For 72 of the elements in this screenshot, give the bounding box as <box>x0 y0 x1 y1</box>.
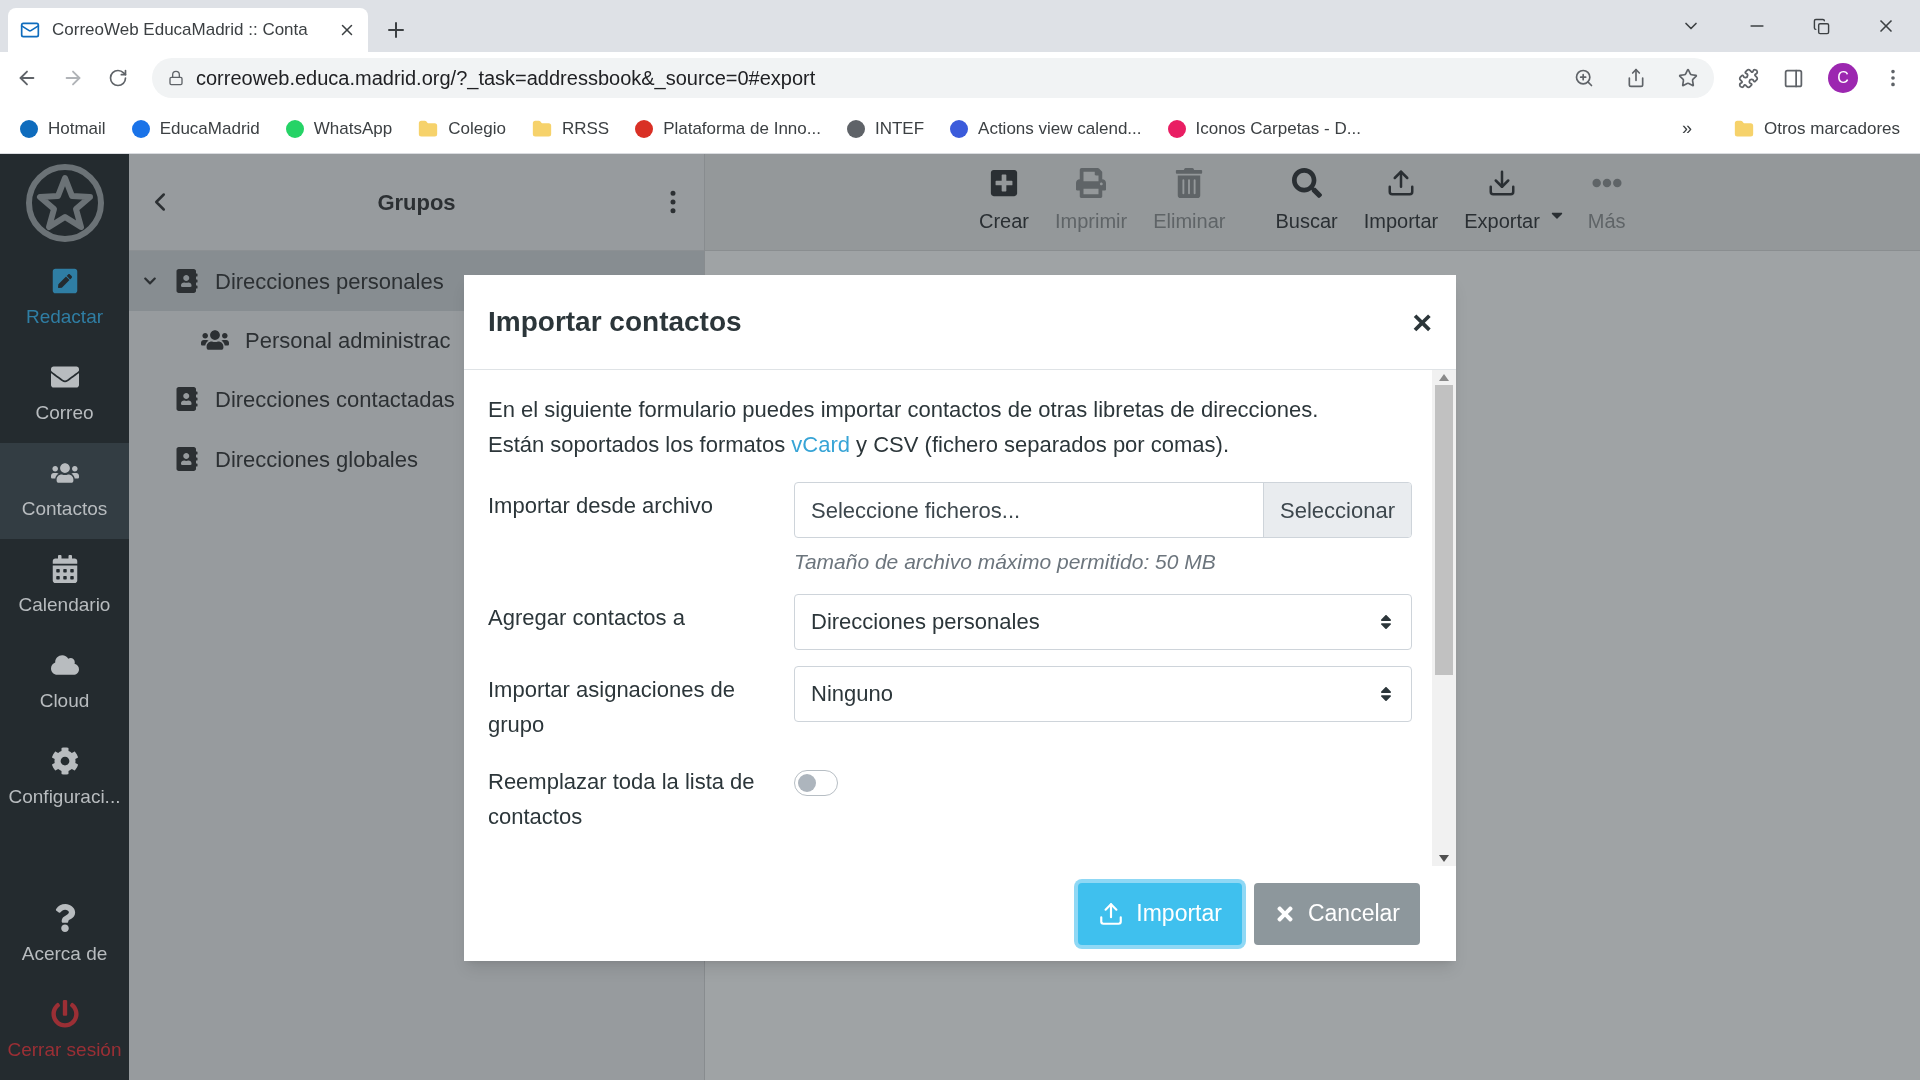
site-icon <box>950 119 969 138</box>
bookmark-link[interactable]: EducaMadrid <box>159 115 260 142</box>
site-icon <box>285 119 304 138</box>
overflow-chevrons[interactable]: » <box>1681 115 1692 142</box>
field-label: Reemplazar toda la lista de contactos <box>488 767 756 831</box>
field-label: Importar desde archivo <box>488 492 714 520</box>
file-input-field[interactable]: Seleccione ficheros... Seleccionar <box>794 482 1412 538</box>
bookmark-link[interactable]: Colegio <box>448 115 506 142</box>
settings-icon <box>50 746 79 775</box>
share-icon[interactable] <box>1626 68 1646 88</box>
logo-icon <box>23 161 106 244</box>
bookmark-link[interactable]: Iconos Carpetas - D... <box>1195 115 1361 142</box>
address-book-icon <box>175 387 199 411</box>
browser-tab[interactable]: CorreoWeb EducaMadrid :: Conta <box>8 8 368 52</box>
url-text: correoweb.educa.madrid.org/?_task=addressbook&_source=0#export <box>196 66 817 92</box>
address-book-icon <box>175 447 199 471</box>
folder-icon <box>1733 118 1754 139</box>
scroll-up-icon[interactable] <box>1439 374 1449 381</box>
power-icon <box>50 999 79 1028</box>
bookmark-link[interactable]: Plataforma de Inno... <box>663 115 821 142</box>
close-button[interactable]: × <box>1412 305 1432 339</box>
sidebar-item[interactable]: Calendario <box>0 539 129 635</box>
upload-icon <box>1098 900 1125 927</box>
calendar-icon <box>50 554 79 583</box>
toggle-switch[interactable] <box>794 769 838 796</box>
toolbar-button[interactable]: Crear <box>975 168 1033 236</box>
bookmark-link[interactable]: Otros marcadores <box>1763 115 1900 142</box>
toolbar-button[interactable]: Buscar <box>1271 168 1342 236</box>
hint-text: Tamaño de archivo máximo permitido: 50 MB <box>794 549 1217 575</box>
side-panel-icon[interactable] <box>1783 67 1804 89</box>
dropdown-field[interactable]: Ninguno <box>794 665 1412 722</box>
bookmark-link[interactable]: Hotmail <box>48 115 106 142</box>
bookmark-link[interactable]: INTEF <box>874 115 925 142</box>
search-icon <box>1291 168 1322 198</box>
printer-icon <box>1076 168 1107 198</box>
site-icon <box>846 119 865 138</box>
sidebar-item[interactable]: Acerca de <box>0 888 129 984</box>
address-book-icon <box>175 269 199 293</box>
site-icon <box>20 119 38 138</box>
envelope-icon <box>20 20 40 40</box>
site-icon <box>131 119 150 138</box>
scrollbar[interactable] <box>1432 370 1456 866</box>
sidebar-item[interactable]: Cloud <box>0 635 129 731</box>
folder-icon <box>418 118 439 139</box>
toolbar-button[interactable]: Importar <box>1359 168 1443 236</box>
scroll-down-icon[interactable] <box>1439 855 1449 862</box>
sidebar-item[interactable]: Contactos <box>0 443 129 539</box>
folder-icon <box>531 118 552 139</box>
toolbar-button[interactable]: Exportar <box>1460 168 1544 236</box>
site-icon <box>1167 119 1186 138</box>
download-icon <box>1487 168 1517 198</box>
bookmark-link[interactable]: RRSS <box>561 115 610 142</box>
puzzle-icon[interactable] <box>1738 67 1759 89</box>
sidebar-item[interactable]: Configuraci... <box>0 731 129 827</box>
site-icon <box>635 119 654 138</box>
select-button[interactable]: Seleccionar <box>1263 483 1411 537</box>
star-icon[interactable] <box>1678 68 1698 88</box>
sidebar-item[interactable]: Correo <box>0 347 129 443</box>
profile-avatar[interactable]: C <box>1828 63 1858 93</box>
field-label: Importar asignaciones de grupo <box>488 675 737 739</box>
address-bar[interactable]: correoweb.educa.madrid.org/?_task=addressbook&_source=0#export <box>152 58 1714 98</box>
dropdown-field[interactable]: Direcciones personales <box>794 593 1412 650</box>
panel-title: Grupos <box>376 188 457 217</box>
bookmark-link[interactable]: WhatsApp <box>313 115 393 142</box>
lock-icon <box>168 70 184 86</box>
zoom-icon[interactable] <box>1574 68 1594 88</box>
reload-icon[interactable] <box>108 68 128 88</box>
trash-icon <box>1174 168 1205 198</box>
bookmark-link[interactable]: Actions view calend... <box>978 115 1142 142</box>
restore-icon[interactable] <box>1813 17 1830 35</box>
tab-title: CorreoWeb EducaMadrid :: Conta <box>52 19 309 42</box>
field-label: Agregar contactos a <box>488 603 686 632</box>
